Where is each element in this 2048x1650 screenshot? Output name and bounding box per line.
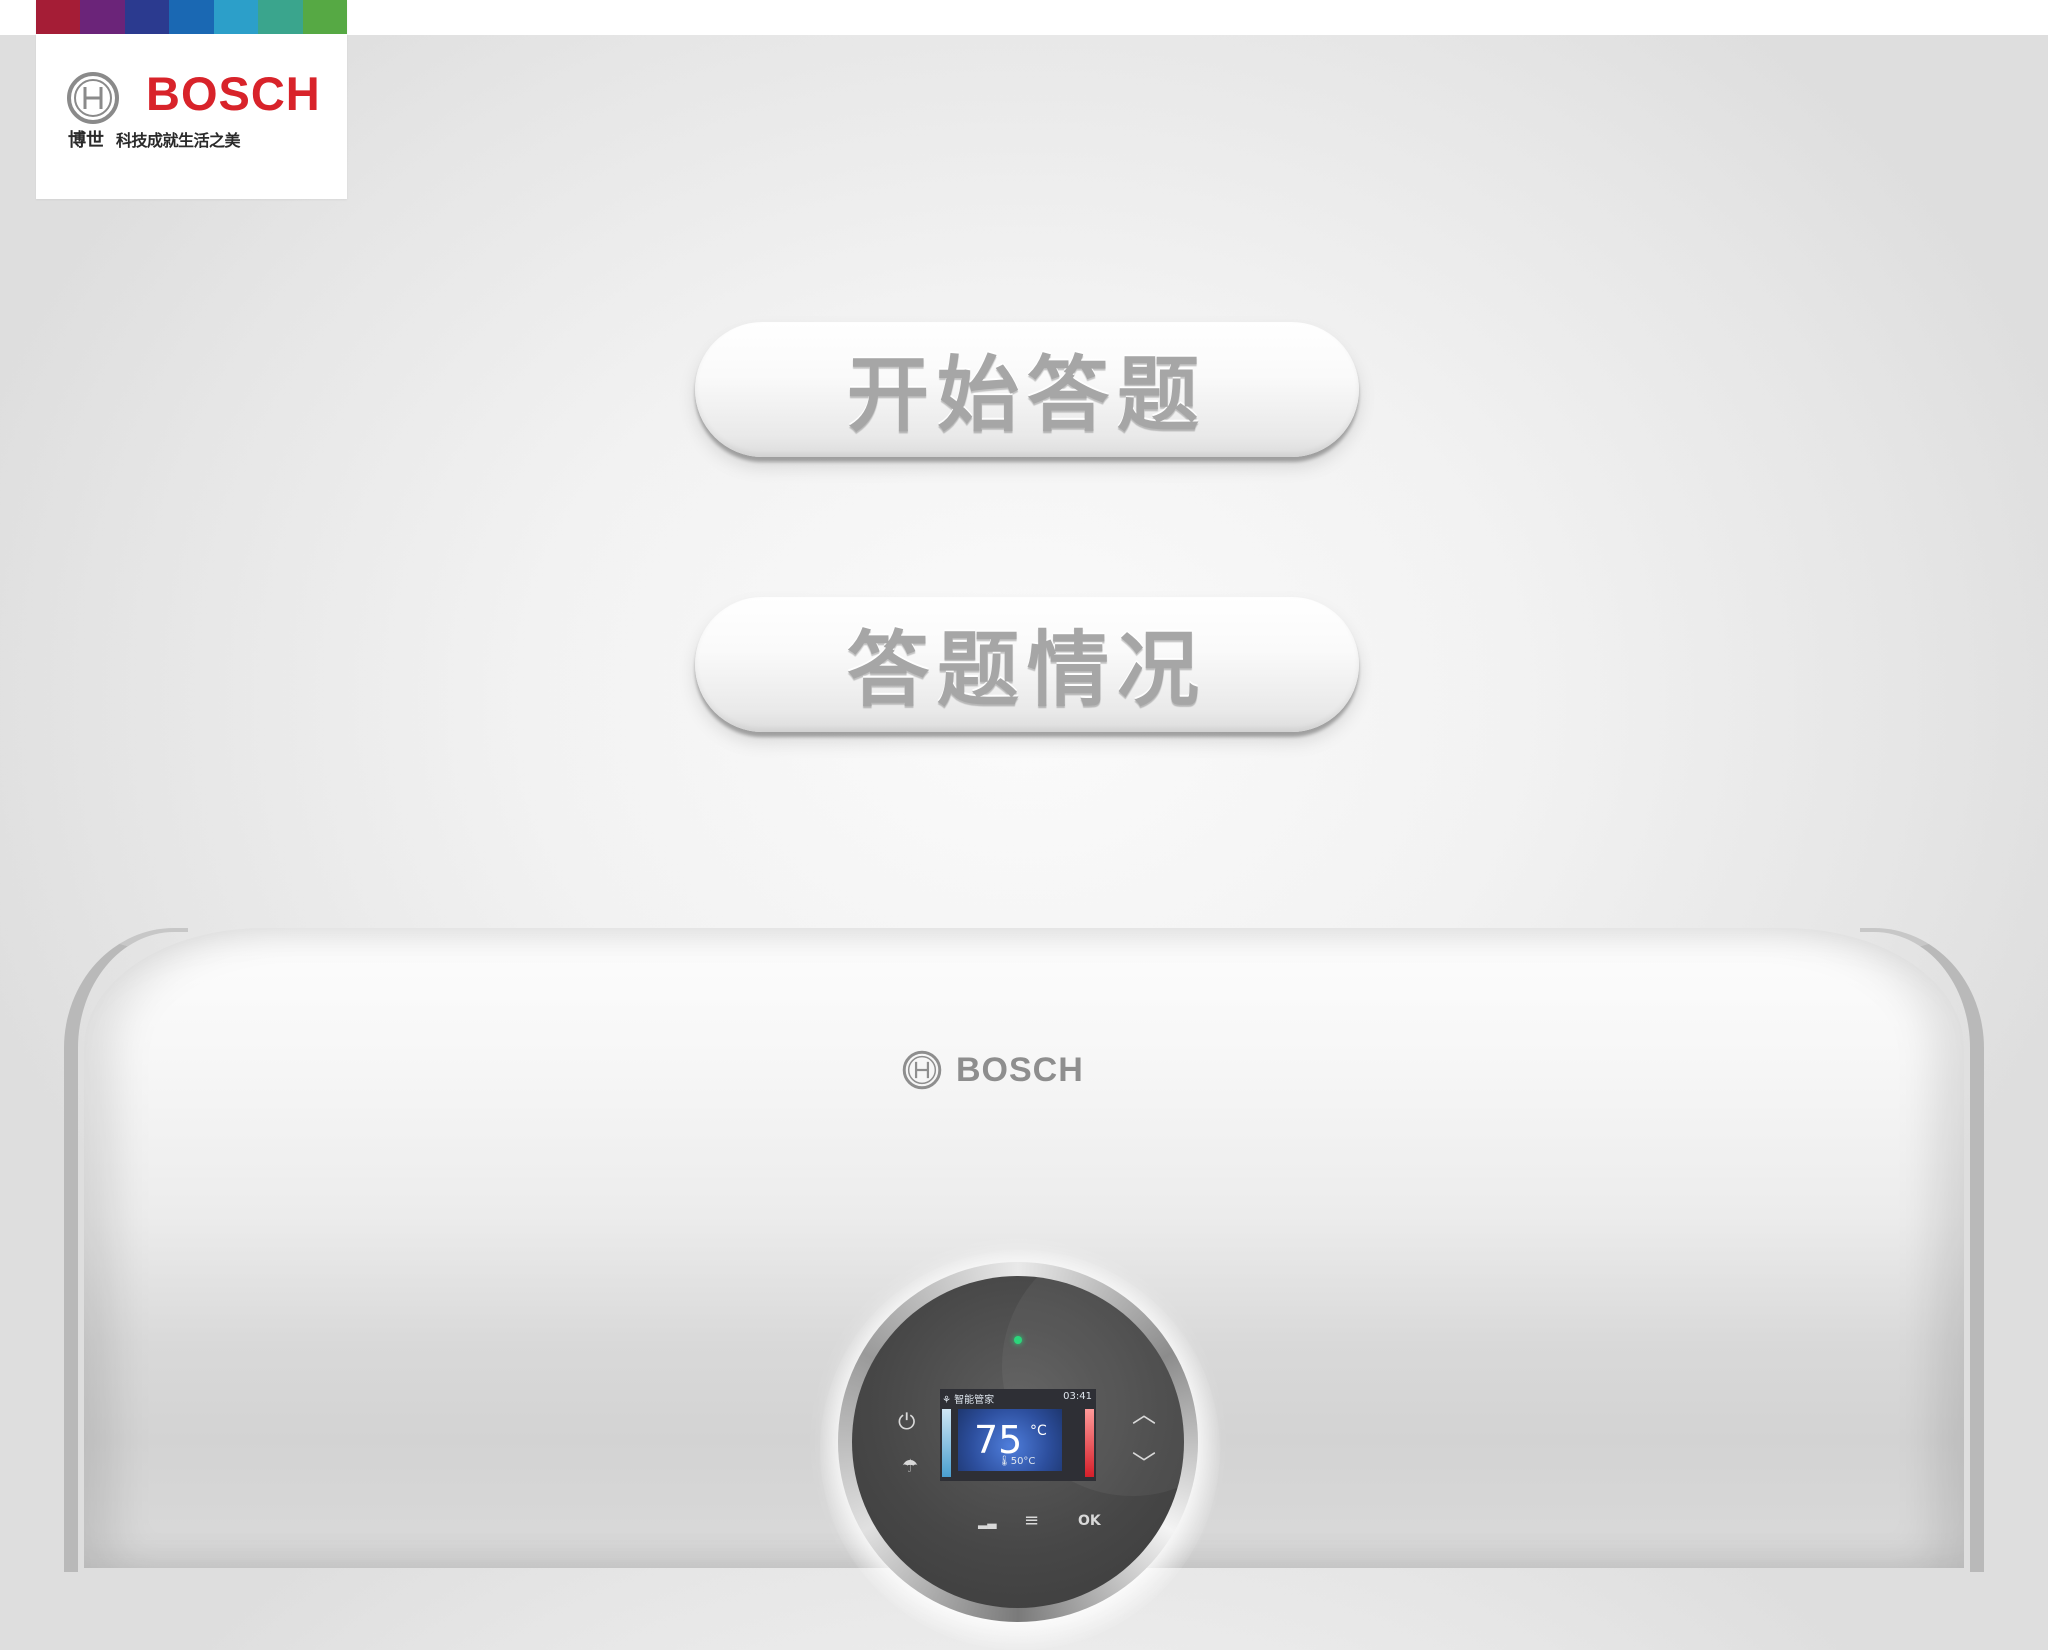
logo-bar-segment (80, 0, 125, 34)
screen-mode: ⚘ 智能管家 (942, 1395, 995, 1406)
bosch-logo-card: BOSCH 博世 科技成就生活之美 (36, 0, 347, 199)
ok-label: OK (1078, 1513, 1101, 1529)
logo-bar-segment (213, 0, 259, 34)
status-led (1014, 1336, 1022, 1344)
screen-temperature: 75 (974, 1418, 1023, 1462)
logo-color-bar (36, 0, 347, 34)
signal-icon: ▂▃ (978, 1515, 997, 1529)
screen-target-temp: 🌡50°C (998, 1456, 1036, 1467)
logo-bar-segment (258, 0, 303, 34)
dial-screen: ⚘ 智能管家 03:41 75 °C 🌡50°C (940, 1389, 1096, 1481)
logo-bar-segment (124, 0, 170, 34)
cold-level-bar (942, 1409, 951, 1477)
quiz-status-button[interactable]: 答题情况 (695, 597, 1359, 732)
heater-rim-left (64, 928, 188, 1572)
bosch-emblem-icon (67, 72, 119, 124)
hot-level-bar (1085, 1409, 1094, 1477)
logo-bar-segment (36, 0, 81, 34)
screen-unit: °C (1030, 1423, 1047, 1439)
logo-bar-segment (302, 0, 347, 34)
control-dial: ⏻ ☂ ︿ ﹀ ▂▃ ≡ OK ⚘ 智能管家 03:41 75 °C 🌡50°C (852, 1276, 1184, 1608)
heater-brand-word: BOSCH (956, 1050, 1084, 1089)
water-heater-illustration: BOSCH ⏻ ☂ ︿ ﹀ ▂▃ ≡ OK ⚘ 智能管家 03:41 75 °C… (0, 920, 2048, 1650)
chevron-down-icon: ﹀ (1132, 1450, 1156, 1478)
quiz-status-label: 答题情况 (846, 623, 1207, 718)
logo-slogan: 科技成就生活之美 (116, 131, 241, 150)
screen-time: 03:41 (1063, 1391, 1092, 1402)
start-quiz-button[interactable]: 开始答题 (695, 322, 1359, 457)
logo-cn-name: 博世 (68, 130, 104, 151)
menu-icon: ≡ (1024, 1510, 1040, 1531)
heater-brand: BOSCH (902, 1050, 1084, 1090)
start-quiz-label: 开始答题 (846, 348, 1207, 443)
chevron-up-icon: ︿ (1132, 1400, 1156, 1428)
logo-tagline: 博世 科技成就生活之美 (68, 130, 241, 151)
heater-rim-right (1860, 928, 1984, 1572)
heater-emblem-icon (902, 1050, 942, 1090)
power-icon: ⏻ (898, 1410, 916, 1435)
logo-bar-segment (169, 0, 214, 34)
shower-icon: ☂ (902, 1456, 919, 1477)
bosch-wordmark: BOSCH (146, 67, 321, 120)
